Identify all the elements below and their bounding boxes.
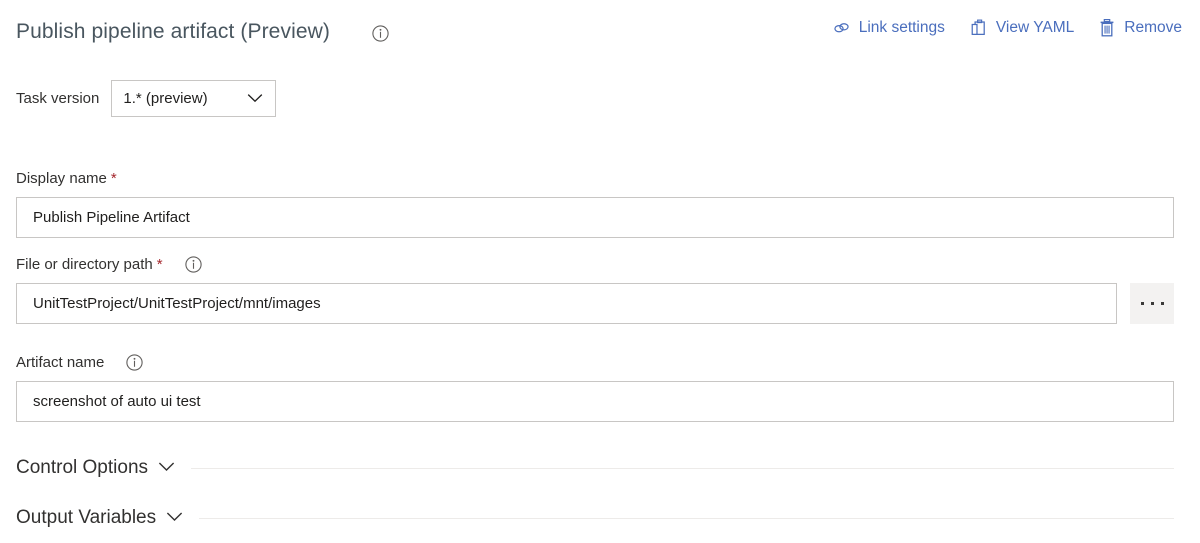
required-marker: * [110, 169, 117, 187]
section-control-options: Control Options [16, 454, 1174, 482]
section-divider [199, 517, 1174, 519]
field-file-or-directory-path: File or directory path * UnitTestProject… [16, 254, 1174, 324]
info-icon[interactable] [184, 255, 202, 273]
trash-icon [1098, 18, 1116, 38]
view-yaml-button[interactable]: View YAML [969, 18, 1074, 38]
ellipsis-icon [1140, 302, 1144, 305]
info-icon[interactable] [372, 25, 389, 42]
chevron-down-icon [166, 509, 183, 527]
task-header: Publish pipeline artifact (Preview) Link… [0, 0, 1200, 62]
browse-path-button[interactable] [1130, 283, 1174, 324]
section-divider [191, 467, 1174, 469]
field-label-row: File or directory path * [16, 254, 1174, 274]
control-options-toggle[interactable]: Control Options [16, 457, 175, 479]
remove-button[interactable]: Remove [1098, 18, 1182, 38]
remove-label: Remove [1124, 19, 1182, 37]
file-or-directory-path-label: File or directory path [16, 255, 153, 273]
artifact-name-label: Artifact name [16, 353, 105, 371]
header-actions: Link settings View YAML Remove [832, 18, 1182, 38]
link-settings-label: Link settings [858, 19, 945, 37]
view-yaml-label: View YAML [995, 19, 1075, 37]
field-label-row: Artifact name [16, 352, 1174, 372]
task-version-dropdown[interactable]: 1.* (preview) [111, 80, 277, 117]
display-name-input[interactable]: Publish Pipeline Artifact [16, 197, 1174, 238]
ellipsis-icon [1160, 302, 1164, 305]
output-variables-title: Output Variables [16, 507, 157, 528]
link-icon [832, 19, 851, 38]
task-version-label: Task version [16, 90, 100, 107]
ellipsis-icon [1150, 302, 1154, 305]
info-icon[interactable] [126, 353, 144, 371]
artifact-name-input[interactable]: screenshot of auto ui test [16, 381, 1174, 422]
control-options-title: Control Options [16, 457, 149, 478]
field-display-name: Display name * Publish Pipeline Artifact [16, 168, 1174, 238]
page-title: Publish pipeline artifact (Preview) [16, 20, 330, 43]
path-input-group: UnitTestProject/UnitTestProject/mnt/imag… [16, 283, 1174, 324]
chevron-down-icon [158, 459, 175, 477]
link-settings-button[interactable]: Link settings [832, 19, 945, 38]
field-label-row: Display name * [16, 168, 1174, 188]
chevron-down-icon [247, 90, 263, 108]
clipboard-icon [969, 18, 988, 38]
task-version-row: Task version 1.* (preview) [16, 80, 277, 117]
required-marker: * [156, 255, 163, 273]
display-name-label: Display name [16, 169, 107, 187]
output-variables-toggle[interactable]: Output Variables [16, 507, 183, 529]
task-version-value: 1.* (preview) [123, 90, 208, 107]
field-artifact-name: Artifact name screenshot of auto ui test [16, 352, 1174, 422]
file-or-directory-path-input[interactable]: UnitTestProject/UnitTestProject/mnt/imag… [16, 283, 1118, 324]
section-output-variables: Output Variables [16, 504, 1174, 532]
